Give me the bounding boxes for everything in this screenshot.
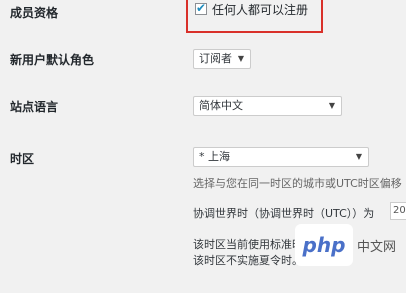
site-language-value: 简体中文 [199,99,243,112]
checkmark-icon: ✔ [196,1,207,15]
watermark-text: 中文网 [356,239,396,255]
timezone-note-no-dst: 该时区不实施夏令时。 [193,254,303,267]
anyone-can-register-label: 任何人都可以注册 [212,3,309,17]
site-language-select[interactable]: 简体中文 ▼ [193,96,342,116]
watermark: php 中文网 [294,224,396,266]
timezone-select[interactable]: * 上海 ▼ [193,147,369,167]
chevron-down-icon: ▼ [237,54,244,63]
membership-label: 成员资格 [10,6,59,20]
chevron-down-icon: ▼ [355,152,362,161]
php-logo: php [294,224,353,266]
default-role-select[interactable]: 订阅者 ▼ [193,49,251,69]
utc-label: 协调世界时（协调世界时（UTC））为 [193,207,375,220]
default-role-value: 订阅者 [199,52,232,65]
site-language-label: 站点语言 [10,100,59,114]
timezone-hint: 选择与您在同一时区的城市或UTC时区偏移 [193,177,402,190]
chevron-down-icon: ▼ [328,101,335,110]
timezone-value: * 上海 [199,150,230,163]
default-role-label: 新用户默认角色 [10,53,95,67]
timezone-label: 时区 [10,152,35,166]
utc-time-field[interactable]: 20 [390,202,406,220]
anyone-can-register-checkbox[interactable]: ✔ [195,1,207,15]
